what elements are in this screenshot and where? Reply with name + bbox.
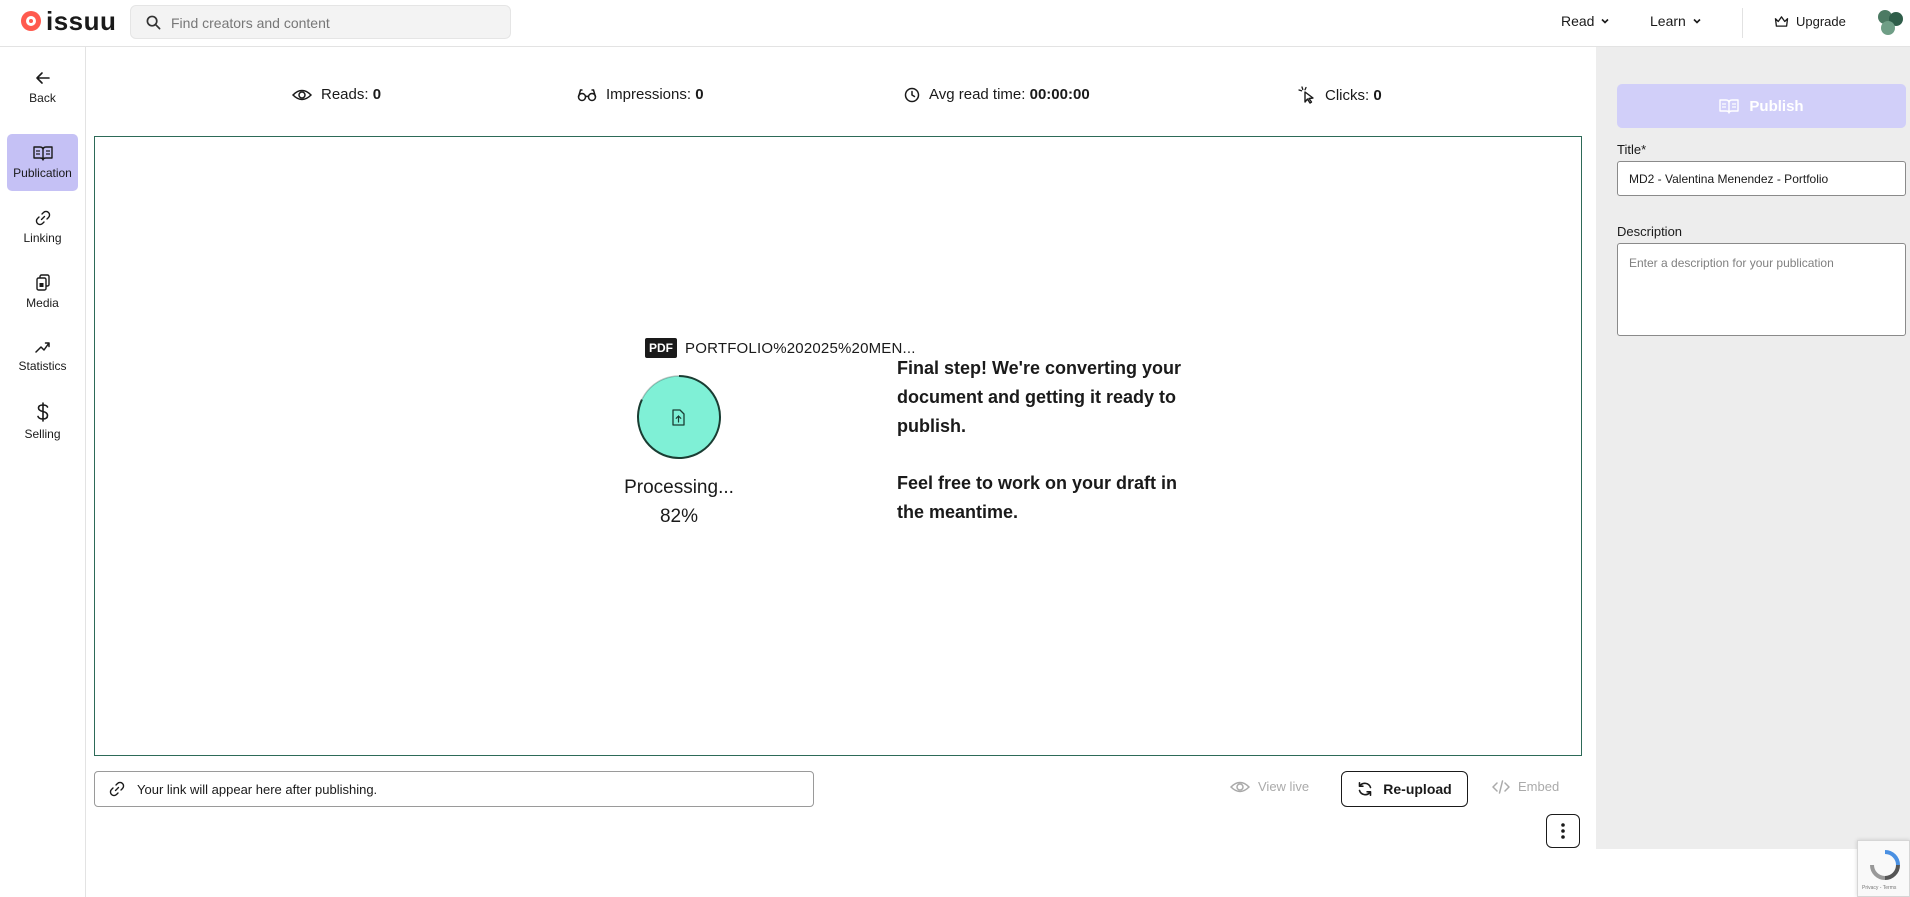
embed-label: Embed [1518, 779, 1560, 794]
recaptcha-icon [1870, 850, 1900, 880]
progress-ring [637, 375, 721, 459]
arrow-left-icon [35, 72, 50, 84]
search-input[interactable] [171, 12, 501, 34]
more-options-button[interactable] [1546, 814, 1580, 848]
recaptcha-badge[interactable]: Privacy - Terms [1857, 840, 1910, 897]
clock-icon [904, 87, 920, 102]
publish-button[interactable]: Publish [1617, 84, 1906, 128]
upgrade-label: Upgrade [1796, 14, 1846, 29]
avg-read-time-label: Avg read time: [929, 86, 1026, 103]
clicks-label: Clicks: [1325, 86, 1370, 104]
sidebar-item-statistics[interactable]: Statistics [7, 328, 78, 385]
pdf-badge: PDF [645, 338, 677, 358]
avatar[interactable] [1874, 7, 1904, 37]
sidebar-item-label: Media [26, 295, 59, 310]
stat-reads: Reads: 0 [292, 86, 381, 103]
left-sidebar: Back Publication Linking Media Statistic… [0, 47, 86, 897]
stat-clicks: Clicks: 0 [1298, 86, 1382, 104]
view-live-label: View live [1258, 779, 1310, 794]
logo-mark-icon [21, 11, 41, 31]
book-open-icon [32, 146, 53, 161]
nav-learn[interactable]: Learn [1650, 13, 1702, 29]
embed-button[interactable]: Embed [1492, 779, 1559, 794]
nav-read[interactable]: Read [1561, 13, 1610, 29]
cursor-click-icon [1298, 86, 1314, 104]
trend-line-icon [34, 342, 50, 353]
eye-icon [292, 89, 312, 100]
sidebar-item-label: Selling [24, 427, 61, 441]
issuu-logo[interactable]: issuu [21, 6, 117, 36]
book-open-icon [1719, 99, 1740, 114]
search-icon [146, 15, 161, 35]
top-bar: issuu Read Learn Upgrade [0, 0, 1910, 47]
code-icon [1492, 779, 1510, 794]
conversion-message: Final step! We're converting your docume… [897, 354, 1187, 527]
processing-label: Processing... [624, 477, 734, 498]
link-icon [35, 210, 50, 226]
conversion-message-line-1: Final step! We're converting your docume… [897, 358, 1182, 436]
more-vertical-icon [1561, 823, 1565, 839]
media-files-icon [35, 273, 50, 291]
nav-read-label: Read [1561, 13, 1595, 29]
processing-percent: 82% [659, 506, 699, 527]
chevron-down-icon [1601, 18, 1610, 24]
recaptcha-text: Privacy - Terms [1862, 885, 1897, 891]
file-name: PORTFOLIO%202025%20MEN... [685, 339, 916, 357]
nav-divider [1742, 8, 1743, 38]
stat-impressions: Impressions: 0 [577, 86, 704, 103]
reupload-button[interactable]: Re-upload [1341, 771, 1468, 807]
logo-text: issuu [46, 6, 117, 36]
description-field[interactable] [1617, 243, 1906, 336]
description-label: Description [1617, 224, 1683, 239]
upload-preview-panel: PDF PORTFOLIO%202025%20MEN... Processing… [94, 136, 1582, 756]
back-button[interactable]: Back [7, 59, 78, 116]
file-info: PDF PORTFOLIO%202025%20MEN... [645, 338, 916, 358]
link-placeholder: Your link will appear here after publish… [137, 781, 378, 797]
link-icon [109, 781, 125, 797]
sidebar-item-publication[interactable]: Publication [7, 134, 78, 191]
chevron-down-icon [1693, 18, 1701, 24]
clicks-value: 0 [1373, 86, 1382, 104]
impressions-label: Impressions: [606, 86, 692, 103]
upgrade-button[interactable]: Upgrade [1774, 14, 1846, 29]
refresh-icon [1358, 782, 1372, 796]
sidebar-item-label: Linking [23, 231, 62, 245]
eye-icon [1230, 781, 1250, 792]
sidebar-item-linking[interactable]: Linking [7, 199, 78, 256]
reupload-label: Re-upload [1383, 781, 1452, 797]
sidebar-item-label: Statistics [18, 359, 67, 373]
reads-label: Reads: [321, 86, 369, 103]
sidebar-item-media[interactable]: Media [7, 263, 78, 320]
reads-value: 0 [372, 86, 382, 103]
processing-status: Processing... 82% [599, 473, 759, 531]
sidebar-item-label: Publication [13, 166, 72, 180]
avg-read-time-value: 00:00:00 [1029, 86, 1090, 103]
title-field[interactable] [1617, 161, 1906, 196]
conversion-message-line-2: Feel free to work on your draft in the m… [897, 473, 1178, 522]
back-label: Back [29, 91, 56, 105]
search-bar[interactable] [130, 5, 511, 39]
nav-learn-label: Learn [1650, 13, 1686, 29]
view-live-button[interactable]: View live [1230, 779, 1309, 794]
dollar-icon [36, 402, 48, 422]
title-label: Title* [1617, 142, 1647, 157]
sidebar-item-selling[interactable]: Selling [7, 393, 78, 450]
publication-link-field[interactable]: Your link will appear here after publish… [94, 771, 814, 807]
publish-label: Publish [1749, 97, 1804, 115]
glasses-icon [577, 88, 597, 101]
crown-icon [1774, 16, 1789, 27]
impressions-value: 0 [695, 86, 704, 103]
stat-avg-read-time: Avg read time: 00:00:00 [904, 86, 1090, 103]
